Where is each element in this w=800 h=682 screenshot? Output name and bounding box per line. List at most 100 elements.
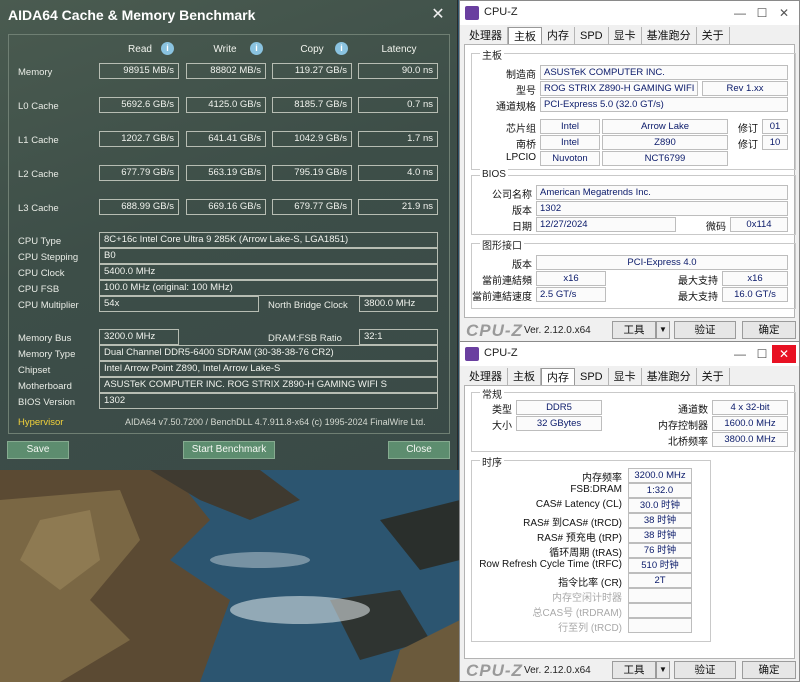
- timing-label: FSB:DRAM: [570, 484, 622, 495]
- revision-value: Rev 1.xx: [702, 81, 788, 96]
- info-icon[interactable]: i: [335, 42, 348, 55]
- mem-size-label: 大小: [492, 421, 512, 432]
- cpuz-memory-window: CPU-Z — ☐ ✕ 处理器 主板 内存 SPD 显卡 基准跑分 关于 常规 …: [459, 341, 800, 682]
- tab-content: 常规 类型 DDR5 通道数 4 x 32-bit 大小 32 GBytes 内…: [464, 385, 796, 659]
- nb-freq-label: 北桥频率: [668, 437, 708, 448]
- timing-value: 30.0 时钟: [628, 498, 692, 513]
- ok-button[interactable]: 确定: [742, 321, 796, 339]
- cpuz-app-icon: [465, 6, 479, 20]
- row-label: L0 Cache: [18, 101, 59, 112]
- latency-value: 1.7 ns: [358, 131, 438, 147]
- tab-cpu[interactable]: 处理器: [464, 27, 508, 45]
- validate-button[interactable]: 验证: [674, 661, 736, 679]
- bios-brand-label: 公司名称: [492, 190, 532, 201]
- close-icon[interactable]: ✕: [772, 4, 796, 22]
- max-speed-value: 16.0 GT/s: [722, 287, 788, 302]
- cpuz-logo: CPU-Z: [466, 661, 523, 680]
- tab-about[interactable]: 关于: [697, 368, 730, 386]
- max-width-label: 最大支持: [678, 276, 718, 287]
- chevron-down-icon[interactable]: ▼: [656, 321, 670, 339]
- mem-type-label: 类型: [492, 405, 512, 416]
- info-icon[interactable]: i: [250, 42, 263, 55]
- tab-memory[interactable]: 内存: [542, 27, 575, 45]
- timing-value: 3200.0 MHz: [628, 468, 692, 483]
- group-legend: 图形接口: [480, 237, 524, 252]
- timing-label: RAS# 预充电 (tRP): [536, 533, 622, 544]
- gfx-version-value: PCI-Express 4.0: [536, 255, 788, 270]
- maximize-icon[interactable]: ☐: [750, 345, 774, 363]
- maximize-icon[interactable]: ☐: [750, 4, 774, 22]
- tab-about[interactable]: 关于: [697, 27, 730, 45]
- aida-titlebar: AIDA64 Cache & Memory Benchmark: [0, 0, 457, 30]
- channels-value: 4 x 32-bit: [712, 400, 788, 415]
- nb-clock-label: North Bridge Clock: [268, 300, 348, 311]
- close-button[interactable]: Close: [388, 441, 450, 459]
- write-value: 641.41 GB/s: [186, 131, 266, 147]
- read-value: 5692.6 GB/s: [99, 97, 179, 113]
- ok-button[interactable]: 确定: [742, 661, 796, 679]
- minimize-icon[interactable]: —: [728, 345, 752, 363]
- mem-type-value: DDR5: [516, 400, 602, 415]
- mem-bus-label: Memory Bus: [18, 333, 72, 344]
- tab-spd[interactable]: SPD: [575, 368, 609, 386]
- timing-value: [628, 588, 692, 603]
- tools-button[interactable]: 工具: [612, 321, 656, 339]
- chipset-label: 芯片组: [506, 124, 536, 135]
- tools-button[interactable]: 工具: [612, 661, 656, 679]
- mc-value: 1600.0 MHz: [712, 416, 788, 431]
- tab-cpu[interactable]: 处理器: [464, 368, 508, 386]
- chipset-vendor: Intel: [540, 119, 600, 134]
- model-label: 型号: [516, 86, 536, 97]
- tab-mainboard[interactable]: 主板: [508, 27, 542, 45]
- southbridge-vendor: Intel: [540, 135, 600, 150]
- channels-label: 通道数: [678, 405, 708, 416]
- chipset-label: Chipset: [18, 365, 51, 376]
- cpu-stepping-value: B0: [99, 248, 438, 264]
- link-width-label: 當前連結頻: [482, 276, 532, 287]
- lpcio-vendor: Nuvoton: [540, 151, 600, 166]
- bios-brand-value: American Megatrends Inc.: [536, 185, 788, 200]
- mainboard-group: 主板 制造商 ASUSTeK COMPUTER INC. 型号 ROG STRI…: [471, 47, 796, 170]
- southbridge-rev-label: 修订: [738, 140, 758, 151]
- motherboard-label: Motherboard: [18, 381, 72, 392]
- save-button[interactable]: Save: [7, 441, 69, 459]
- bios-version-value: 1302: [536, 201, 788, 216]
- hypervisor-label: Hypervisor: [18, 417, 64, 428]
- timing-label: RAS# 到CAS# (tRCD): [523, 518, 622, 529]
- lpcio-label: LPCIO: [505, 152, 536, 163]
- tab-mainboard[interactable]: 主板: [508, 368, 541, 386]
- copy-value: 679.77 GB/s: [272, 199, 352, 215]
- cpuz-bottom-bar: CPU-Z Ver. 2.12.0.x64 工具 ▼ 验证 确定: [460, 320, 799, 342]
- bus-value: PCI-Express 5.0 (32.0 GT/s): [540, 97, 788, 112]
- timing-value: 76 时钟: [628, 543, 692, 558]
- chevron-down-icon[interactable]: ▼: [656, 661, 670, 679]
- tab-bench[interactable]: 基准跑分: [642, 27, 697, 45]
- cpuz-titlebar: CPU-Z — ☐ ✕: [460, 342, 799, 366]
- write-value: 563.19 GB/s: [186, 165, 266, 181]
- copy-value: 8185.7 GB/s: [272, 97, 352, 113]
- close-icon[interactable]: ✕: [772, 345, 796, 363]
- tab-bench[interactable]: 基准跑分: [642, 368, 697, 386]
- latency-value: 21.9 ns: [358, 199, 438, 215]
- info-icon[interactable]: i: [161, 42, 174, 55]
- cpu-clock-label: CPU Clock: [18, 268, 65, 279]
- manufacturer-label: 制造商: [506, 70, 536, 81]
- window-title: CPU-Z: [484, 6, 518, 18]
- bios-group: BIOS 公司名称 American Megatrends Inc. 版本 13…: [471, 169, 796, 235]
- tab-graphics[interactable]: 显卡: [609, 27, 642, 45]
- cpuz-titlebar: CPU-Z — ☐ ✕: [460, 1, 799, 25]
- timing-value: [628, 618, 692, 633]
- latency-value: 4.0 ns: [358, 165, 438, 181]
- close-icon[interactable]: ✕: [427, 4, 449, 26]
- cpuz-bottom-bar: CPU-Z Ver. 2.12.0.x64 工具 ▼ 验证 确定: [460, 660, 799, 682]
- minimize-icon[interactable]: —: [728, 4, 752, 22]
- dram-ratio-value: 32:1: [359, 329, 438, 345]
- tab-memory[interactable]: 内存: [541, 368, 575, 386]
- validate-button[interactable]: 验证: [674, 321, 736, 339]
- chipset-rev: 01: [762, 119, 788, 134]
- timings-group: 时序 内存频率 3200.0 MHz FSB:DRAM 1:32.0 CAS# …: [471, 454, 711, 642]
- mem-size-value: 32 GBytes: [516, 416, 602, 431]
- tab-graphics[interactable]: 显卡: [609, 368, 642, 386]
- start-benchmark-button[interactable]: Start Benchmark: [183, 441, 275, 459]
- tab-spd[interactable]: SPD: [575, 27, 609, 45]
